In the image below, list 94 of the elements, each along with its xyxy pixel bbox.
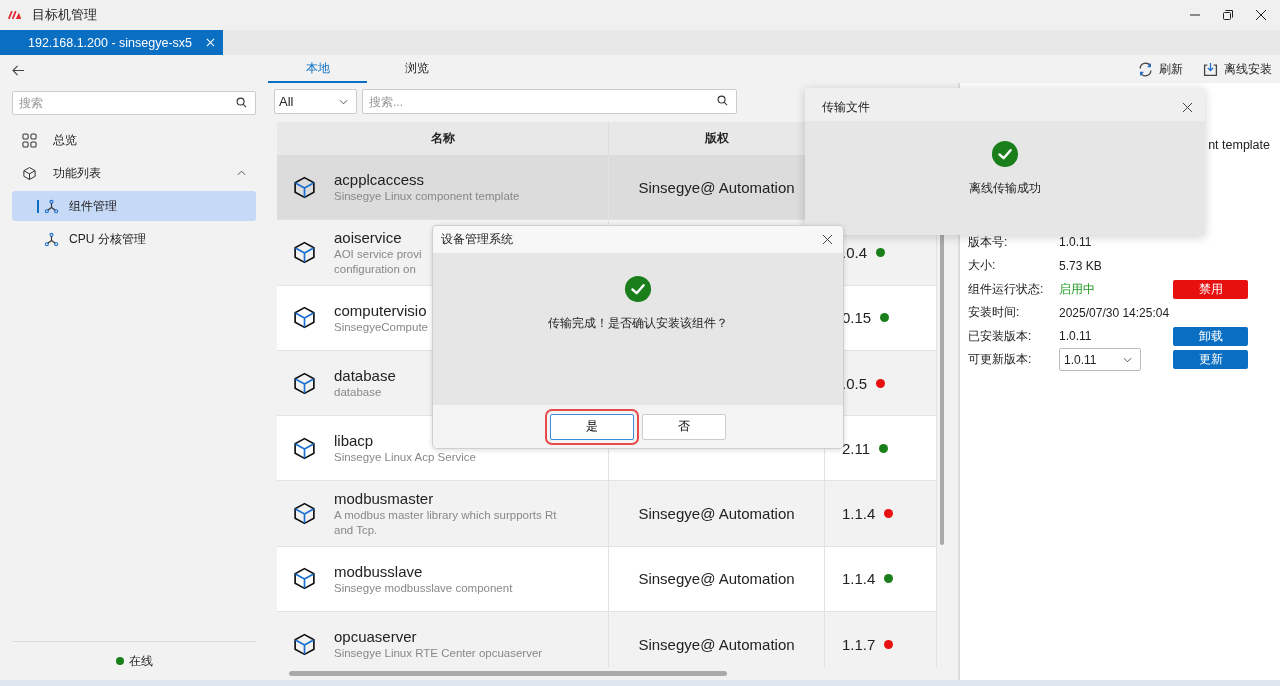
cube-icon xyxy=(292,239,317,265)
component-description: and Tcp. xyxy=(334,523,378,539)
chevron-up-icon xyxy=(237,170,246,176)
success-icon xyxy=(991,140,1019,168)
component-name: opcuaserver xyxy=(334,627,417,647)
action-button[interactable]: 更新 xyxy=(1173,350,1248,369)
component-name: database xyxy=(334,366,396,386)
version-dropdown[interactable]: 1.0.11 xyxy=(1059,348,1141,371)
field-value: 1.0.11 xyxy=(1059,235,1092,249)
search-icon xyxy=(236,97,247,108)
version-text: 1.1.4 xyxy=(842,570,876,588)
copyright-text: Sinsegye@ Automation xyxy=(638,505,795,523)
version-text: 2.11 xyxy=(842,439,871,457)
field-label: 版本号: xyxy=(968,233,1009,251)
dialog-message: 传输完成！是否确认安装该组件？ xyxy=(548,315,728,332)
component-description: Sinsegye Linux Acp Service xyxy=(334,450,476,466)
view-tab[interactable]: 本地 xyxy=(268,55,367,83)
disable-button[interactable]: 禁用 xyxy=(1173,279,1248,299)
component-description: database xyxy=(334,385,382,401)
logo-icon xyxy=(8,10,22,20)
back-arrow-icon[interactable] xyxy=(12,65,25,76)
component-description: Sinsegye Linux component template xyxy=(334,189,520,205)
refresh-button[interactable]: 刷新 xyxy=(1138,60,1183,78)
cube-icon xyxy=(22,165,37,181)
field-label: 安装时间: xyxy=(968,304,1021,321)
component-description: A modbus master library which surpports Rt xyxy=(334,508,557,524)
grid-icon xyxy=(22,132,37,148)
view-tab[interactable]: 浏览 xyxy=(367,55,466,83)
field-value: 5.73 KB xyxy=(1059,258,1102,273)
cube-icon xyxy=(292,566,317,592)
component-name: modbusslave xyxy=(334,561,423,581)
connection-tab[interactable]: 192.168.1.200 - sinsegye-sx5 xyxy=(0,30,223,55)
table-row[interactable]: modbusmaster A modbus master library which surpports Rt and Tcp. Sinsegye@ Automation 1.1.4 xyxy=(277,481,937,547)
status-text: 启用中 xyxy=(1059,280,1095,298)
cube-icon xyxy=(292,631,317,657)
cube-icon xyxy=(292,501,317,527)
cube-icon xyxy=(292,435,317,461)
network-icon xyxy=(44,198,59,214)
nav-item[interactable]: CPU 分核管理 xyxy=(12,224,256,254)
action-button[interactable]: 卸载 xyxy=(1173,326,1248,346)
field-value: 2025/07/30 14:25:04 xyxy=(1059,305,1170,320)
network-icon xyxy=(44,231,59,247)
nav-item[interactable]: 总览 xyxy=(12,125,256,155)
panel-message: 离线传输成功 xyxy=(969,180,1041,197)
table-row[interactable]: modbusslave Sinsegye modbusslave component Sinsegye@ Automation 1.1.4 xyxy=(277,546,937,613)
field-label: 已安装版本: xyxy=(968,327,1033,345)
component-name: modbusmaster xyxy=(334,489,434,509)
version-text: .0.4 xyxy=(842,243,868,261)
field-label: 大小: xyxy=(968,257,997,274)
panel-title: 传输文件 xyxy=(822,99,870,116)
version-text: .0.5 xyxy=(842,374,868,392)
close-icon[interactable] xyxy=(1182,102,1193,113)
copyright-text: Sinsegye@ Automation xyxy=(638,635,795,653)
component-description: Sinsegye Linux RTE Center opcuaserver xyxy=(334,646,543,662)
component-name: computervisio xyxy=(334,300,427,320)
chevron-down-icon xyxy=(339,98,348,105)
field-label: 组件运行状态: xyxy=(968,280,1045,298)
scrollbar[interactable] xyxy=(289,671,727,676)
description-text: nt template xyxy=(1208,138,1270,152)
search-field[interactable]: 搜索... xyxy=(362,89,737,114)
refresh-icon xyxy=(1138,61,1153,77)
tab-label: 192.168.1.200 - sinsegye-sx5 xyxy=(28,35,192,50)
close-icon[interactable] xyxy=(1255,9,1267,21)
close-icon[interactable] xyxy=(822,234,833,245)
install-button[interactable]: 离线安装 xyxy=(1203,60,1272,78)
field-value: 1.0.11 xyxy=(1059,329,1092,343)
search-field[interactable]: 搜索 xyxy=(12,91,256,115)
cube-icon xyxy=(292,174,317,200)
component-description: configuration on xyxy=(334,261,416,277)
dialog-button[interactable]: 否 xyxy=(642,413,726,440)
nav-item[interactable]: 组件管理 xyxy=(12,191,256,221)
nav-group[interactable]: 功能列表 xyxy=(12,158,256,188)
restore-icon[interactable] xyxy=(1222,9,1234,21)
component-description: SinsegyeCompute xyxy=(334,319,428,335)
component-name: aoiservice xyxy=(334,227,402,247)
version-text: 1.1.7 xyxy=(842,635,876,653)
dialog-title: 设备管理系统 xyxy=(441,231,513,248)
component-name: acpplcaccess xyxy=(334,170,425,190)
category-dropdown[interactable]: All xyxy=(274,89,357,114)
status-label: 在线 xyxy=(128,652,153,670)
search-icon xyxy=(717,95,728,106)
cube-icon xyxy=(292,370,317,396)
download-icon xyxy=(1203,61,1218,77)
copyright-text: Sinsegye@ Automation xyxy=(638,178,795,196)
success-icon xyxy=(624,275,652,303)
version-text: 1.1.4 xyxy=(842,505,876,523)
cube-icon xyxy=(292,305,317,331)
component-description: Sinsegye modbusslave component xyxy=(334,580,513,596)
component-name: libacp xyxy=(334,431,374,451)
field-label: 可更新版本: xyxy=(968,351,1033,368)
window-title: 目标机管理 xyxy=(32,6,97,24)
copyright-text: Sinsegye@ Automation xyxy=(638,570,795,588)
component-description: AOI service provi xyxy=(334,246,422,262)
chevron-down-icon xyxy=(1123,356,1132,363)
